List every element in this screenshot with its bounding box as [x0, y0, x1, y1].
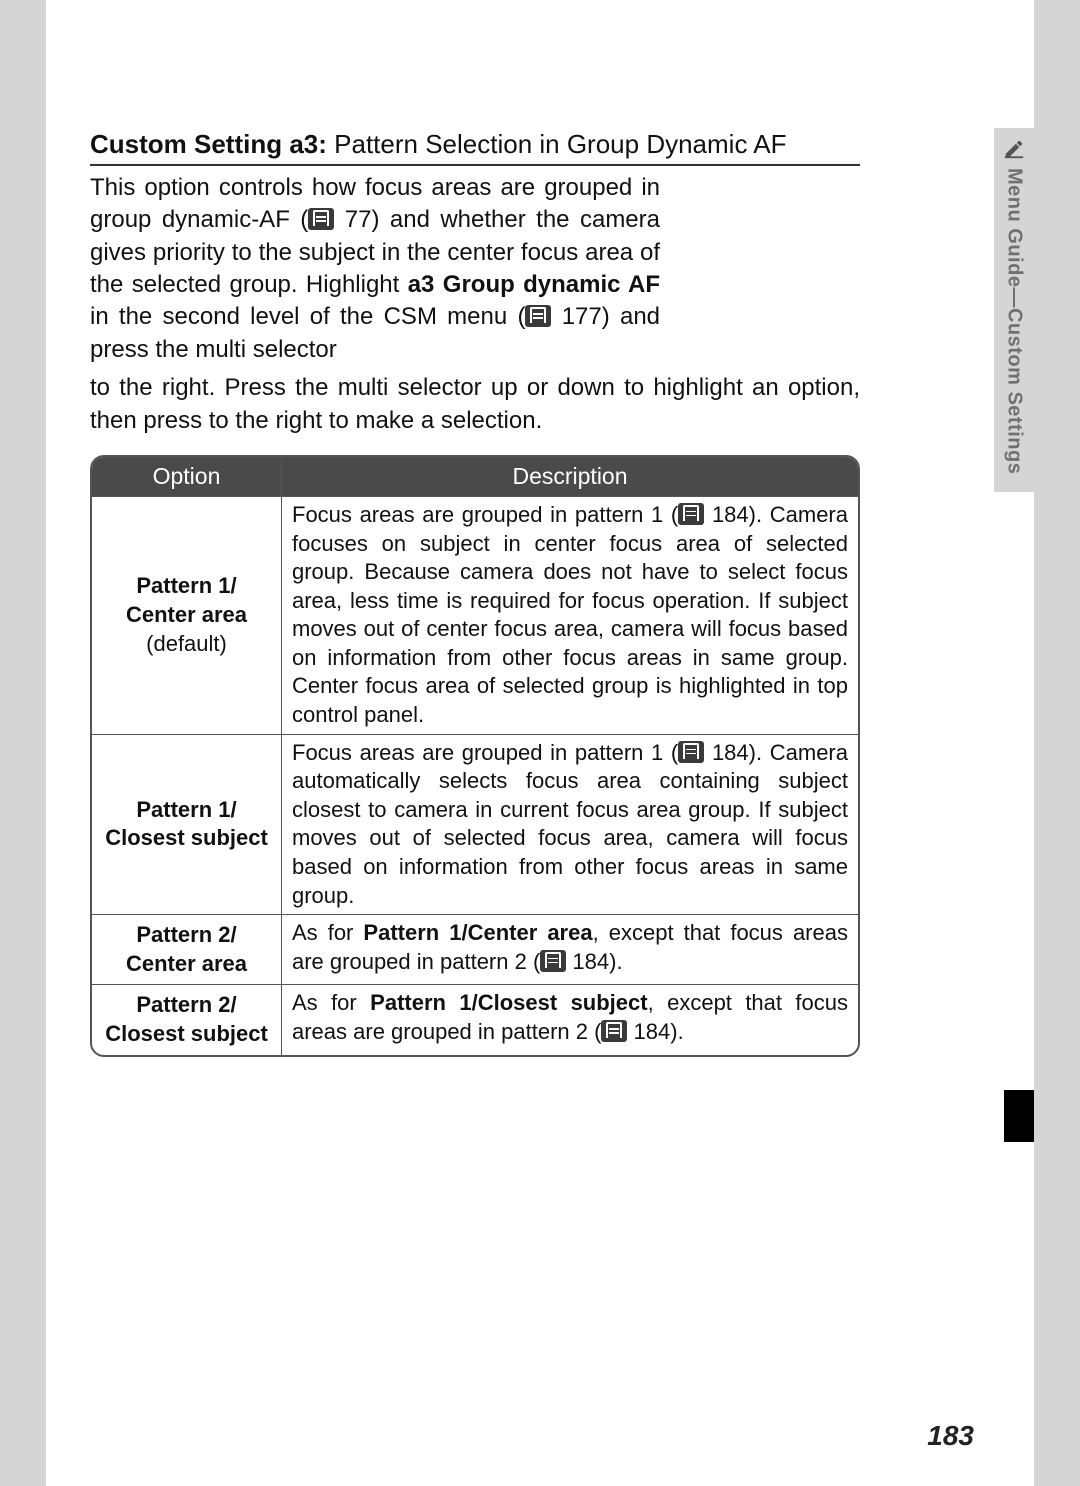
page-ref-icon [678, 503, 704, 525]
text: Focus areas are grouped in pattern 1 ( [292, 740, 678, 765]
manual-page: Menu Guide—Custom Settings Custom Settin… [46, 0, 1034, 1486]
description-cell: Focus areas are grouped in pattern 1 ( 1… [282, 735, 858, 915]
text: in the second level of the CSM menu ( [90, 303, 525, 330]
description-cell: As for Pattern 1/Center area, except tha… [282, 915, 858, 984]
description-cell: As for Pattern 1/Closest subject, except… [282, 985, 858, 1054]
table-header-option: Option [92, 457, 282, 496]
table-row: Pattern 1/ Closest subject Focus areas a… [92, 734, 858, 915]
section-tab: Menu Guide—Custom Settings [994, 128, 1034, 492]
option-name: Pattern 1/ [136, 572, 236, 601]
page-ref-icon [308, 208, 334, 230]
page-ref: 184 [712, 502, 749, 527]
option-cell: Pattern 1/ Closest subject [92, 735, 282, 915]
table-row: Pattern 1/ Center area (default) Focus a… [92, 496, 858, 734]
table-header-row: Option Description [92, 457, 858, 496]
table-row: Pattern 2/ Closest subject As for Patter… [92, 984, 858, 1054]
text: ). Camera focuses on subject in center f… [292, 502, 848, 727]
section-tab-label: Menu Guide—Custom Settings [1003, 168, 1026, 474]
page-ref: 184 [712, 740, 749, 765]
option-cell: Pattern 2/ Closest subject [92, 985, 282, 1054]
edge-index-tab [1004, 1090, 1034, 1142]
text: ). [670, 1019, 683, 1044]
intro-paragraph-2: to the right. Press the multi selector u… [90, 372, 860, 437]
text-bold: a3 Group dynamic AF [408, 271, 660, 298]
intro-paragraph-1: This option controls how focus areas are… [90, 172, 660, 366]
option-name: Pattern 2/ [136, 921, 236, 950]
pencil-icon [1003, 138, 1025, 160]
page-ref: 184 [572, 949, 609, 974]
table-row: Pattern 2/ Center area As for Pattern 1/… [92, 914, 858, 984]
heading-rest: Pattern Selection in Group Dynamic AF [327, 129, 787, 159]
description-cell: Focus areas are grouped in pattern 1 ( 1… [282, 497, 858, 734]
page-ref-icon [540, 950, 566, 972]
option-cell: Pattern 2/ Center area [92, 915, 282, 984]
heading-bold: Custom Setting a3: [90, 129, 327, 159]
text: ). [609, 949, 622, 974]
text: As for [292, 920, 363, 945]
page-ref-icon [678, 741, 704, 763]
option-name: Center area [126, 950, 247, 979]
table-header-description: Description [282, 457, 858, 496]
text-bold: Pattern 1/Center area [363, 920, 592, 945]
page-ref-icon [601, 1020, 627, 1042]
option-cell: Pattern 1/ Center area (default) [92, 497, 282, 734]
option-name: Pattern 2/ [136, 991, 236, 1020]
option-note: (default) [146, 630, 227, 659]
page-ref: 77 [345, 206, 372, 233]
option-name: Center area [126, 601, 247, 630]
page-heading: Custom Setting a3: Pattern Selection in … [90, 128, 860, 166]
page-number: 183 [927, 1420, 974, 1452]
page-content: Custom Setting a3: Pattern Selection in … [90, 128, 860, 1057]
text: As for [292, 990, 370, 1015]
page-ref: 184 [634, 1019, 671, 1044]
option-name: Pattern 1/ [136, 796, 236, 825]
option-name: Closest subject [105, 1020, 268, 1049]
page-ref: 177 [562, 303, 602, 330]
options-table: Option Description Pattern 1/ Center are… [90, 455, 860, 1057]
option-name: Closest subject [105, 824, 268, 853]
page-ref-icon [525, 305, 551, 327]
text: Focus areas are grouped in pattern 1 ( [292, 502, 678, 527]
text-bold: Pattern 1/Closest subject [370, 990, 647, 1015]
